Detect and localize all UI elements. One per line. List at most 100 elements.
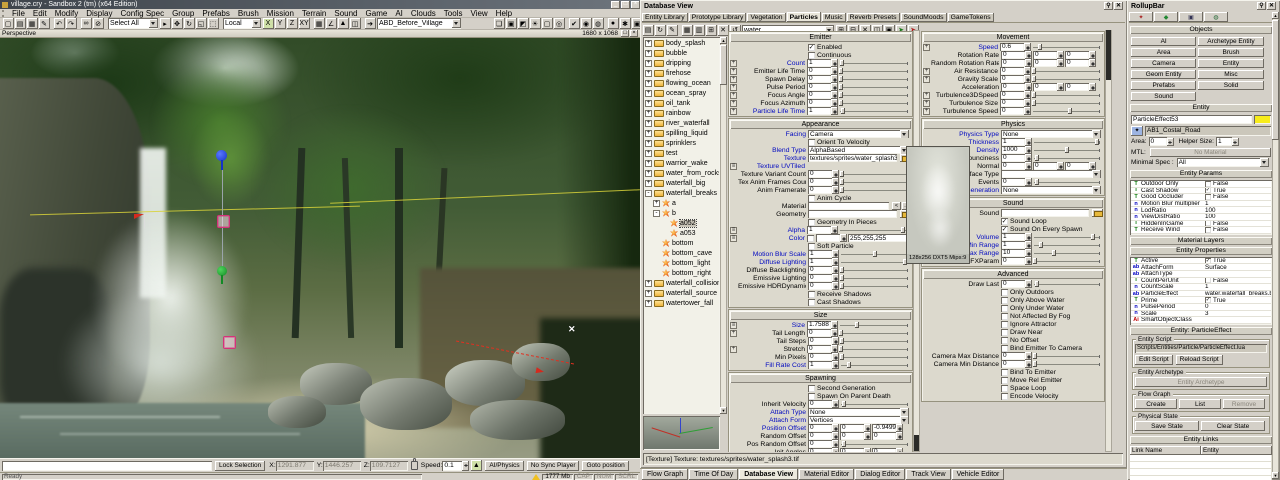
param-value-field[interactable]: 0 bbox=[1033, 162, 1057, 170]
param-value-field[interactable]: 0 bbox=[1001, 360, 1025, 368]
param-slider[interactable] bbox=[1033, 67, 1100, 75]
tab-vegetation[interactable]: Vegetation bbox=[747, 13, 785, 22]
checkbox[interactable] bbox=[808, 219, 815, 226]
tree-item-a052[interactable]: a052 bbox=[644, 218, 719, 228]
tree-item-bottom[interactable]: bottom bbox=[644, 238, 719, 248]
param-value-field[interactable]: 0 bbox=[1001, 178, 1025, 186]
expand-icon[interactable]: + bbox=[645, 290, 652, 297]
open-icon[interactable]: ▤ bbox=[15, 18, 26, 29]
param-slider[interactable] bbox=[1034, 352, 1100, 360]
checkbox[interactable]: ✓ bbox=[808, 44, 815, 51]
param-spinner[interactable] bbox=[1025, 352, 1032, 360]
expand-param-icon[interactable]: + bbox=[730, 108, 737, 115]
checkbox[interactable] bbox=[808, 393, 815, 400]
slider-thumb[interactable] bbox=[840, 187, 844, 193]
param-value-field[interactable]: 1 bbox=[808, 258, 832, 266]
goto-level-icon[interactable]: ➔ bbox=[365, 18, 376, 29]
slider-thumb[interactable] bbox=[847, 362, 851, 368]
param-spinner[interactable] bbox=[840, 234, 847, 242]
param-value-field[interactable]: 0 bbox=[808, 266, 832, 274]
slider-thumb[interactable] bbox=[1033, 361, 1037, 367]
link-icon[interactable]: ∞ bbox=[81, 18, 92, 29]
param-slider[interactable] bbox=[1033, 43, 1100, 51]
param-spinner[interactable] bbox=[831, 75, 838, 83]
select-mode-combo[interactable]: Select All bbox=[108, 18, 158, 29]
slider-thumb[interactable] bbox=[840, 275, 844, 281]
param-value-field[interactable]: 1 bbox=[807, 226, 831, 234]
edit-script-button[interactable]: Edit Script bbox=[1135, 355, 1173, 365]
expand-param-icon[interactable]: + bbox=[730, 330, 737, 337]
checkbox[interactable] bbox=[1001, 377, 1008, 384]
checkbox[interactable] bbox=[808, 385, 815, 392]
axis-xy-button[interactable]: XY bbox=[299, 18, 310, 29]
create-button[interactable]: Create bbox=[1135, 399, 1177, 409]
param-spinner[interactable] bbox=[1025, 249, 1032, 257]
viewport-close-icon[interactable]: × bbox=[630, 30, 638, 37]
layers-icon[interactable]: ❏ bbox=[494, 18, 505, 29]
goto-position-button[interactable]: Goto position bbox=[582, 461, 628, 471]
param-spinner[interactable] bbox=[896, 432, 903, 440]
expand-param-icon[interactable]: + bbox=[730, 92, 737, 99]
measure-icon[interactable]: ◫ bbox=[350, 18, 361, 29]
entity-header[interactable]: Entity bbox=[1130, 104, 1272, 112]
menu-file[interactable]: File bbox=[8, 9, 29, 18]
checkbox[interactable] bbox=[1001, 345, 1008, 352]
param-slider[interactable] bbox=[841, 440, 908, 448]
param-slider[interactable] bbox=[1034, 280, 1100, 288]
z-coordinate-field[interactable]: 109.7127 bbox=[370, 461, 408, 471]
links-column-entity[interactable]: Entity bbox=[1201, 446, 1272, 455]
param-value-field[interactable]: 0 bbox=[808, 353, 832, 361]
snap-grid-icon[interactable]: ▦ bbox=[314, 18, 325, 29]
param-value-field[interactable]: 0 bbox=[1033, 59, 1057, 67]
param-value-field[interactable]: 10 bbox=[1001, 249, 1025, 257]
lighting-icon[interactable]: ☀ bbox=[530, 18, 541, 29]
param-value-field[interactable]: 0 bbox=[1000, 99, 1024, 107]
param-spinner[interactable] bbox=[831, 345, 838, 353]
mtl-button[interactable]: No Material bbox=[1150, 148, 1271, 157]
param-spinner[interactable] bbox=[1025, 146, 1032, 154]
param-value-field[interactable]: 1 bbox=[1001, 233, 1025, 241]
scale-icon[interactable]: ◱ bbox=[196, 18, 207, 29]
tree-item-a053[interactable]: a053 bbox=[644, 228, 719, 238]
slider-thumb[interactable] bbox=[1032, 92, 1036, 98]
advanced-param-icon[interactable]: ≡ bbox=[730, 163, 737, 170]
checkbox[interactable] bbox=[808, 139, 815, 146]
tree-item-ocean-spray[interactable]: +ocean_spray bbox=[644, 88, 719, 98]
select-area-icon[interactable]: ⬚ bbox=[208, 18, 219, 29]
param-spinner[interactable] bbox=[1057, 83, 1064, 91]
param-spinner[interactable] bbox=[864, 432, 871, 440]
param-file-field[interactable] bbox=[808, 210, 897, 218]
slider-thumb[interactable] bbox=[1032, 76, 1036, 82]
param-value-field[interactable]: 0 bbox=[840, 424, 864, 432]
param-slider[interactable] bbox=[841, 274, 908, 282]
helper-size-spinner[interactable] bbox=[1232, 138, 1239, 146]
param-value-field[interactable]: 0 bbox=[1000, 91, 1024, 99]
move-icon[interactable]: ✥ bbox=[172, 18, 183, 29]
param-value-field[interactable]: 0.6 bbox=[1000, 43, 1024, 51]
object-button-area[interactable]: Area bbox=[1131, 48, 1196, 57]
param-spinner[interactable] bbox=[1025, 360, 1032, 368]
param-spinner[interactable] bbox=[832, 400, 839, 408]
param-spinner[interactable] bbox=[1024, 75, 1031, 83]
slider-thumb[interactable] bbox=[842, 441, 846, 447]
param-spinner[interactable] bbox=[832, 258, 839, 266]
param-spinner[interactable] bbox=[831, 107, 838, 115]
rotate-icon[interactable]: ↻ bbox=[184, 18, 195, 29]
param-value-field[interactable]: 0 bbox=[872, 448, 896, 452]
checkbox[interactable] bbox=[808, 299, 815, 306]
entity-script-header[interactable]: Entity: ParticleEffect bbox=[1130, 327, 1272, 335]
entity-params-header[interactable]: Entity Params bbox=[1130, 170, 1272, 178]
material-icon[interactable]: ◩ bbox=[518, 18, 529, 29]
param-value-field[interactable]: 0 bbox=[808, 170, 832, 178]
param-value-field[interactable]: 1.7588 bbox=[807, 321, 831, 329]
param-slider[interactable] bbox=[840, 321, 908, 329]
param-value-field[interactable] bbox=[816, 234, 840, 242]
tree-item-warrior-wake[interactable]: +warrior_wake bbox=[644, 158, 719, 168]
param-spinner[interactable] bbox=[1024, 99, 1031, 107]
slider-thumb[interactable] bbox=[839, 92, 843, 98]
editor-tab-vehicle-editor[interactable]: Vehicle Editor bbox=[952, 469, 1005, 480]
param-slider[interactable] bbox=[840, 107, 908, 115]
expand-param-icon[interactable]: + bbox=[730, 84, 737, 91]
property-row-attachtype[interactable]: abAttachType bbox=[1131, 271, 1271, 278]
param-value-field[interactable]: 0 bbox=[1065, 83, 1089, 91]
